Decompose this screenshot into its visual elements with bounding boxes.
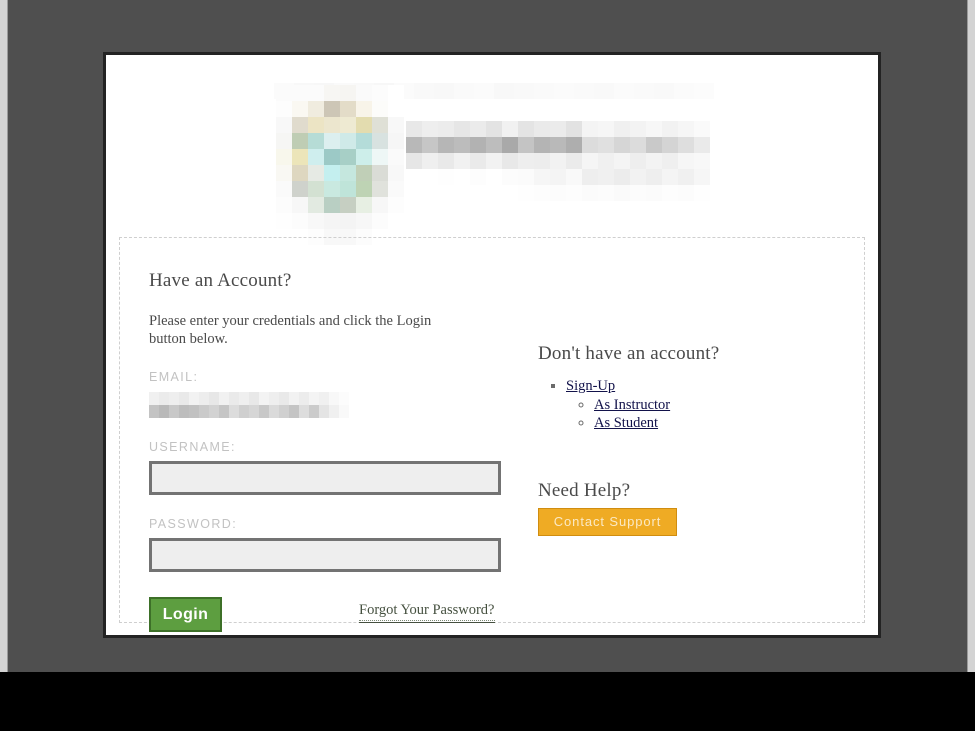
login-page-panel: Have an Account? Please enter your crede…: [103, 52, 881, 638]
login-button[interactable]: Login: [149, 597, 222, 633]
username-label: USERNAME:: [149, 440, 236, 455]
contact-support-button[interactable]: Contact Support: [538, 508, 677, 536]
bottom-black-bar: [0, 672, 975, 731]
password-field-block: PASSWORD:: [149, 517, 509, 573]
organization-name-text: [406, 121, 710, 201]
signup-help-column: Don't have an account? Sign-Up As Instru…: [538, 343, 838, 536]
form-actions-row: Login Forgot Your Password?: [149, 597, 509, 637]
sign-up-student-link[interactable]: As Student: [594, 415, 658, 431]
username-input[interactable]: [149, 461, 501, 496]
sign-up-instructor-link[interactable]: As Instructor: [594, 397, 670, 413]
right-edge-strip: [967, 0, 975, 672]
left-edge-strip: [0, 0, 8, 672]
list-item: Sign-Up As Instructor As Student: [566, 377, 838, 432]
signup-sublist: As Instructor As Student: [566, 396, 838, 432]
list-item: As Instructor: [594, 396, 838, 414]
login-intro-text: Please enter your credentials and click …: [149, 313, 432, 348]
signup-heading: Don't have an account?: [538, 343, 720, 364]
email-field-block: EMAIL:: [149, 370, 509, 419]
username-field-block: USERNAME:: [149, 440, 509, 496]
need-help-heading: Need Help?: [538, 480, 631, 501]
email-value-redacted: [149, 392, 349, 419]
site-masthead: [106, 55, 878, 245]
list-item: As Student: [594, 414, 838, 432]
login-form-container: Have an Account? Please enter your crede…: [119, 237, 865, 633]
sign-up-link[interactable]: Sign-Up: [566, 378, 615, 394]
email-label: EMAIL:: [149, 370, 199, 385]
forgot-password-link[interactable]: Forgot Your Password?: [359, 602, 495, 624]
browser-viewport: Have an Account? Please enter your crede…: [0, 0, 975, 672]
password-input[interactable]: [149, 538, 501, 573]
organization-logo: [276, 85, 404, 245]
login-heading: Have an Account?: [149, 270, 292, 291]
credentials-column: Have an Account? Please enter your crede…: [149, 270, 509, 637]
password-label: PASSWORD:: [149, 517, 238, 532]
signup-list: Sign-Up As Instructor As Student: [538, 377, 838, 432]
